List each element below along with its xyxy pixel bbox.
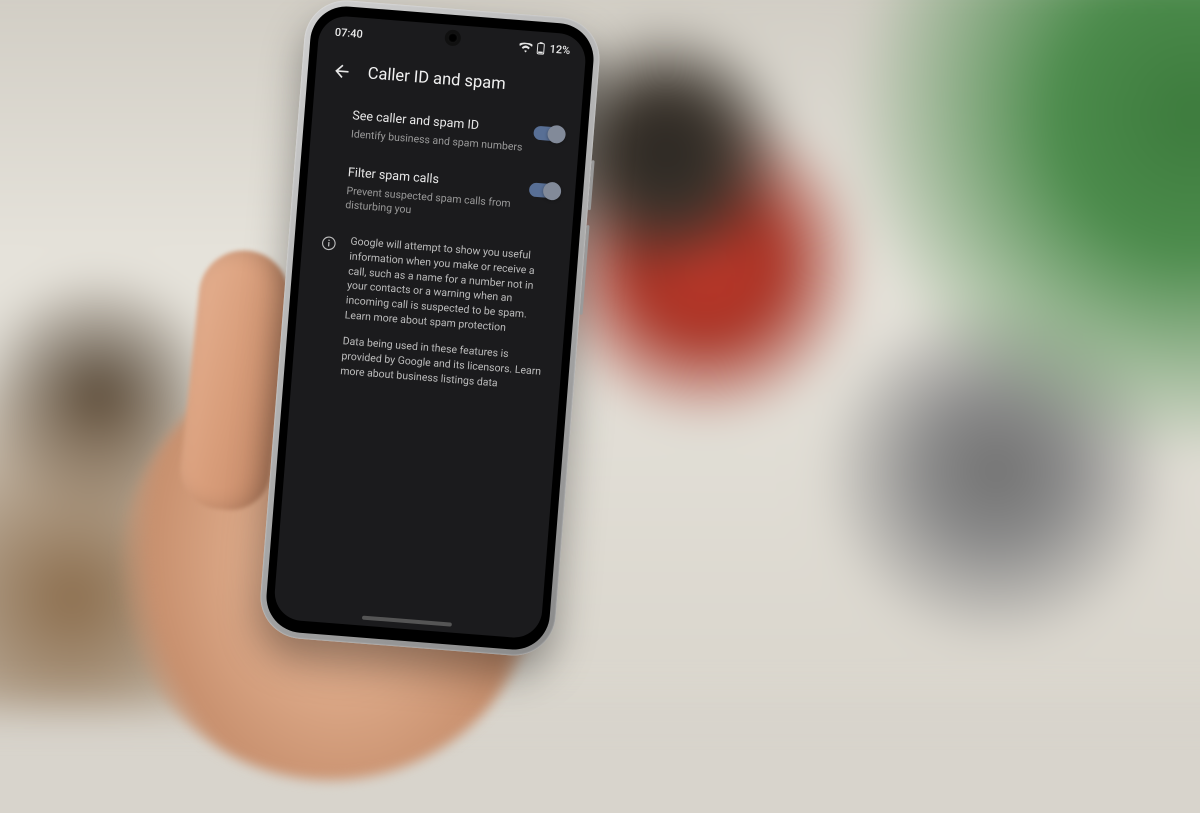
clock: 07:40 (334, 26, 363, 41)
info-paragraph: Data being used in these features is pro… (340, 335, 547, 395)
arrow-left-icon (331, 61, 353, 83)
battery-percentage: 12% (549, 43, 571, 58)
toggle-filter-spam-calls[interactable] (529, 182, 560, 198)
info-block: Google will attempt to show you useful i… (307, 224, 555, 406)
gesture-nav-bar[interactable] (362, 616, 452, 627)
info-icon (307, 232, 339, 389)
phone: 07:40 12% Caller ID (257, 0, 602, 659)
toggle-see-caller-spam-id[interactable] (533, 126, 564, 142)
info-paragraph: Google will attempt to show you useful i… (344, 235, 554, 339)
phone-screen: 07:40 12% Caller ID (273, 14, 588, 639)
wifi-icon (519, 42, 533, 53)
back-button[interactable] (329, 58, 355, 84)
page-title: Caller ID and spam (367, 64, 506, 94)
battery-icon (536, 42, 546, 56)
